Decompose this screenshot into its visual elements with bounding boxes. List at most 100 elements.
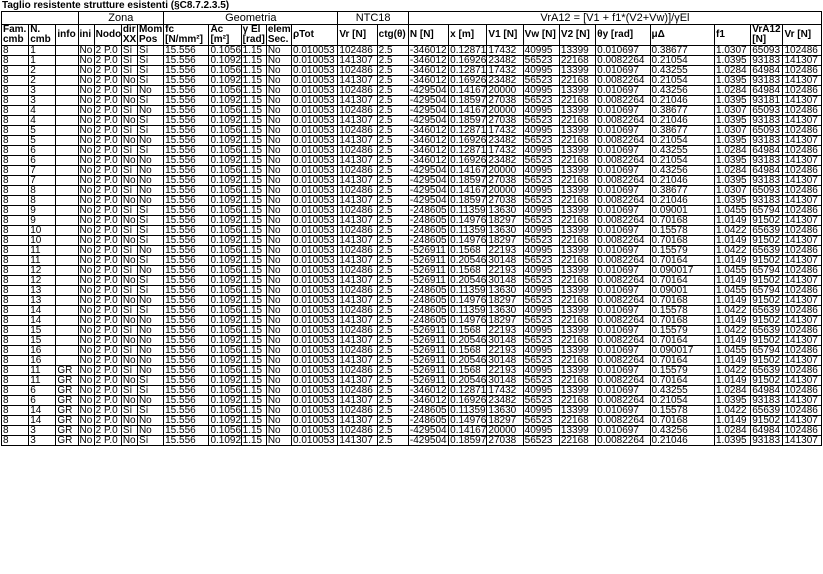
table-cell: 22168: [558, 335, 597, 346]
table-cell: 0.1092: [208, 135, 242, 146]
table-cell: 15.556: [163, 415, 210, 426]
table-cell: 14: [28, 415, 57, 426]
table-cell: 2.5: [376, 245, 409, 256]
table-cell: No: [77, 45, 95, 56]
table-cell: 0.1092: [208, 375, 242, 386]
table-cell: 16: [28, 355, 57, 366]
table-cell: 8: [0, 435, 30, 446]
table-cell: 102486: [337, 85, 378, 96]
table-cell: 0.010053: [290, 275, 339, 286]
table-cell: 0.010053: [290, 45, 339, 56]
table-cell: 40995: [522, 165, 560, 176]
table-cell: No: [265, 55, 293, 66]
table-cell: 0.010053: [290, 215, 339, 226]
table-cell: 1.15: [240, 425, 267, 436]
table-cell: 0.16926: [448, 55, 488, 66]
table-cell: [55, 65, 79, 76]
table-cell: GR: [55, 395, 79, 406]
table-cell: 30148: [486, 375, 524, 386]
table-cell: 56523: [522, 195, 560, 206]
table-cell: [55, 95, 79, 106]
table-cell: 6: [28, 155, 57, 166]
table-cell: 8: [0, 155, 30, 166]
table-cell: 0.1568: [448, 345, 488, 356]
table-cell: 65794: [750, 265, 784, 276]
table-cell: 15.556: [163, 215, 210, 226]
table-cell: 2 P.0: [93, 275, 122, 286]
table-cell: 1.0395: [713, 435, 752, 446]
table-cell: No: [265, 215, 293, 226]
table-cell: 15.556: [163, 255, 210, 266]
table-cell: 0.18597: [448, 95, 488, 106]
table-cell: 8: [0, 205, 30, 216]
table-cell: No: [77, 415, 95, 426]
table-cell: 8: [0, 335, 30, 346]
table-cell: 0.010697: [595, 245, 651, 256]
table-cell: 1.15: [240, 415, 267, 426]
table-cell: 23482: [486, 135, 524, 146]
table-cell: 15.556: [163, 325, 210, 336]
column-header: Vr [N]: [782, 24, 822, 46]
table-cell: -429504: [407, 425, 450, 436]
table-cell: No: [265, 415, 293, 426]
table-cell: 15.556: [163, 275, 210, 286]
table-cell: 18297: [486, 215, 524, 226]
table-cell: 17432: [486, 125, 524, 136]
table-cell: No: [77, 335, 95, 346]
table-cell: 13630: [486, 405, 524, 416]
table-cell: 2.5: [376, 275, 409, 286]
table-cell: 0.1056: [208, 285, 242, 296]
table-cell: 13399: [558, 285, 597, 296]
table-cell: 56523: [522, 235, 560, 246]
table-cell: 16: [28, 345, 57, 356]
table-cell: 15.556: [163, 285, 210, 296]
table-cell: 91502: [750, 355, 784, 366]
table-cell: 0.010697: [595, 125, 651, 136]
table-cell: 1: [28, 45, 57, 56]
table-cell: 8: [0, 185, 30, 196]
table-cell: No: [77, 285, 95, 296]
table-cell: 1.15: [240, 85, 267, 96]
table-cell: 2 P.0: [93, 55, 122, 66]
table-cell: 22168: [558, 395, 597, 406]
table-cell: 40995: [522, 425, 560, 436]
table-cell: 0.1092: [208, 355, 242, 366]
table-cell: No: [265, 305, 293, 316]
table-cell: 0.11359: [448, 405, 488, 416]
table-cell: 30148: [486, 355, 524, 366]
table-cell: 102486: [337, 65, 378, 76]
table-cell: 1.0395: [713, 55, 752, 66]
table-cell: 0.010697: [595, 325, 651, 336]
table-cell: 56523: [522, 335, 560, 346]
table-cell: 56523: [522, 175, 560, 186]
table-row: 8 14 No 2 P.0 Sì Sì 15.556 0.1056 1.15 No 0.010053…: [0, 305, 822, 316]
table-cell: 30148: [486, 335, 524, 346]
table-cell: 8: [0, 245, 30, 256]
table-cell: 141307: [782, 195, 822, 206]
table-cell: 1.15: [240, 405, 267, 416]
table-cell: 30148: [486, 275, 524, 286]
table-cell: Sì: [120, 385, 138, 396]
table-cell: 0.010697: [595, 45, 651, 56]
table-cell: No: [265, 225, 293, 236]
table-cell: 27038: [486, 115, 524, 126]
table-cell: 15.556: [163, 115, 210, 126]
table-cell: 102486: [782, 325, 822, 336]
table-cell: [55, 295, 79, 306]
table-cell: 0.12871: [448, 45, 488, 56]
table-cell: No: [265, 185, 293, 196]
table-cell: Sì: [120, 45, 138, 56]
table-cell: 27038: [486, 435, 524, 446]
table-row: 8 3 GR No 2 P.0 No Sì 15.556 0.1092 1.15 No 0.01005…: [0, 435, 822, 446]
table-cell: 1.15: [240, 345, 267, 356]
table-cell: [55, 125, 79, 136]
table-cell: No: [265, 75, 293, 86]
table-cell: 102486: [782, 305, 822, 316]
table-cell: 8: [0, 235, 30, 246]
table-cell: 0.010053: [290, 115, 339, 126]
table-row: 8 7 No 2 P.0 Sì No 15.556 0.1056 1.15 No 0.010053 1…: [0, 165, 822, 176]
table-cell: 141307: [782, 215, 822, 226]
table-cell: 0.1056: [208, 205, 242, 216]
table-cell: No: [120, 175, 138, 186]
table-cell: 141307: [782, 55, 822, 66]
